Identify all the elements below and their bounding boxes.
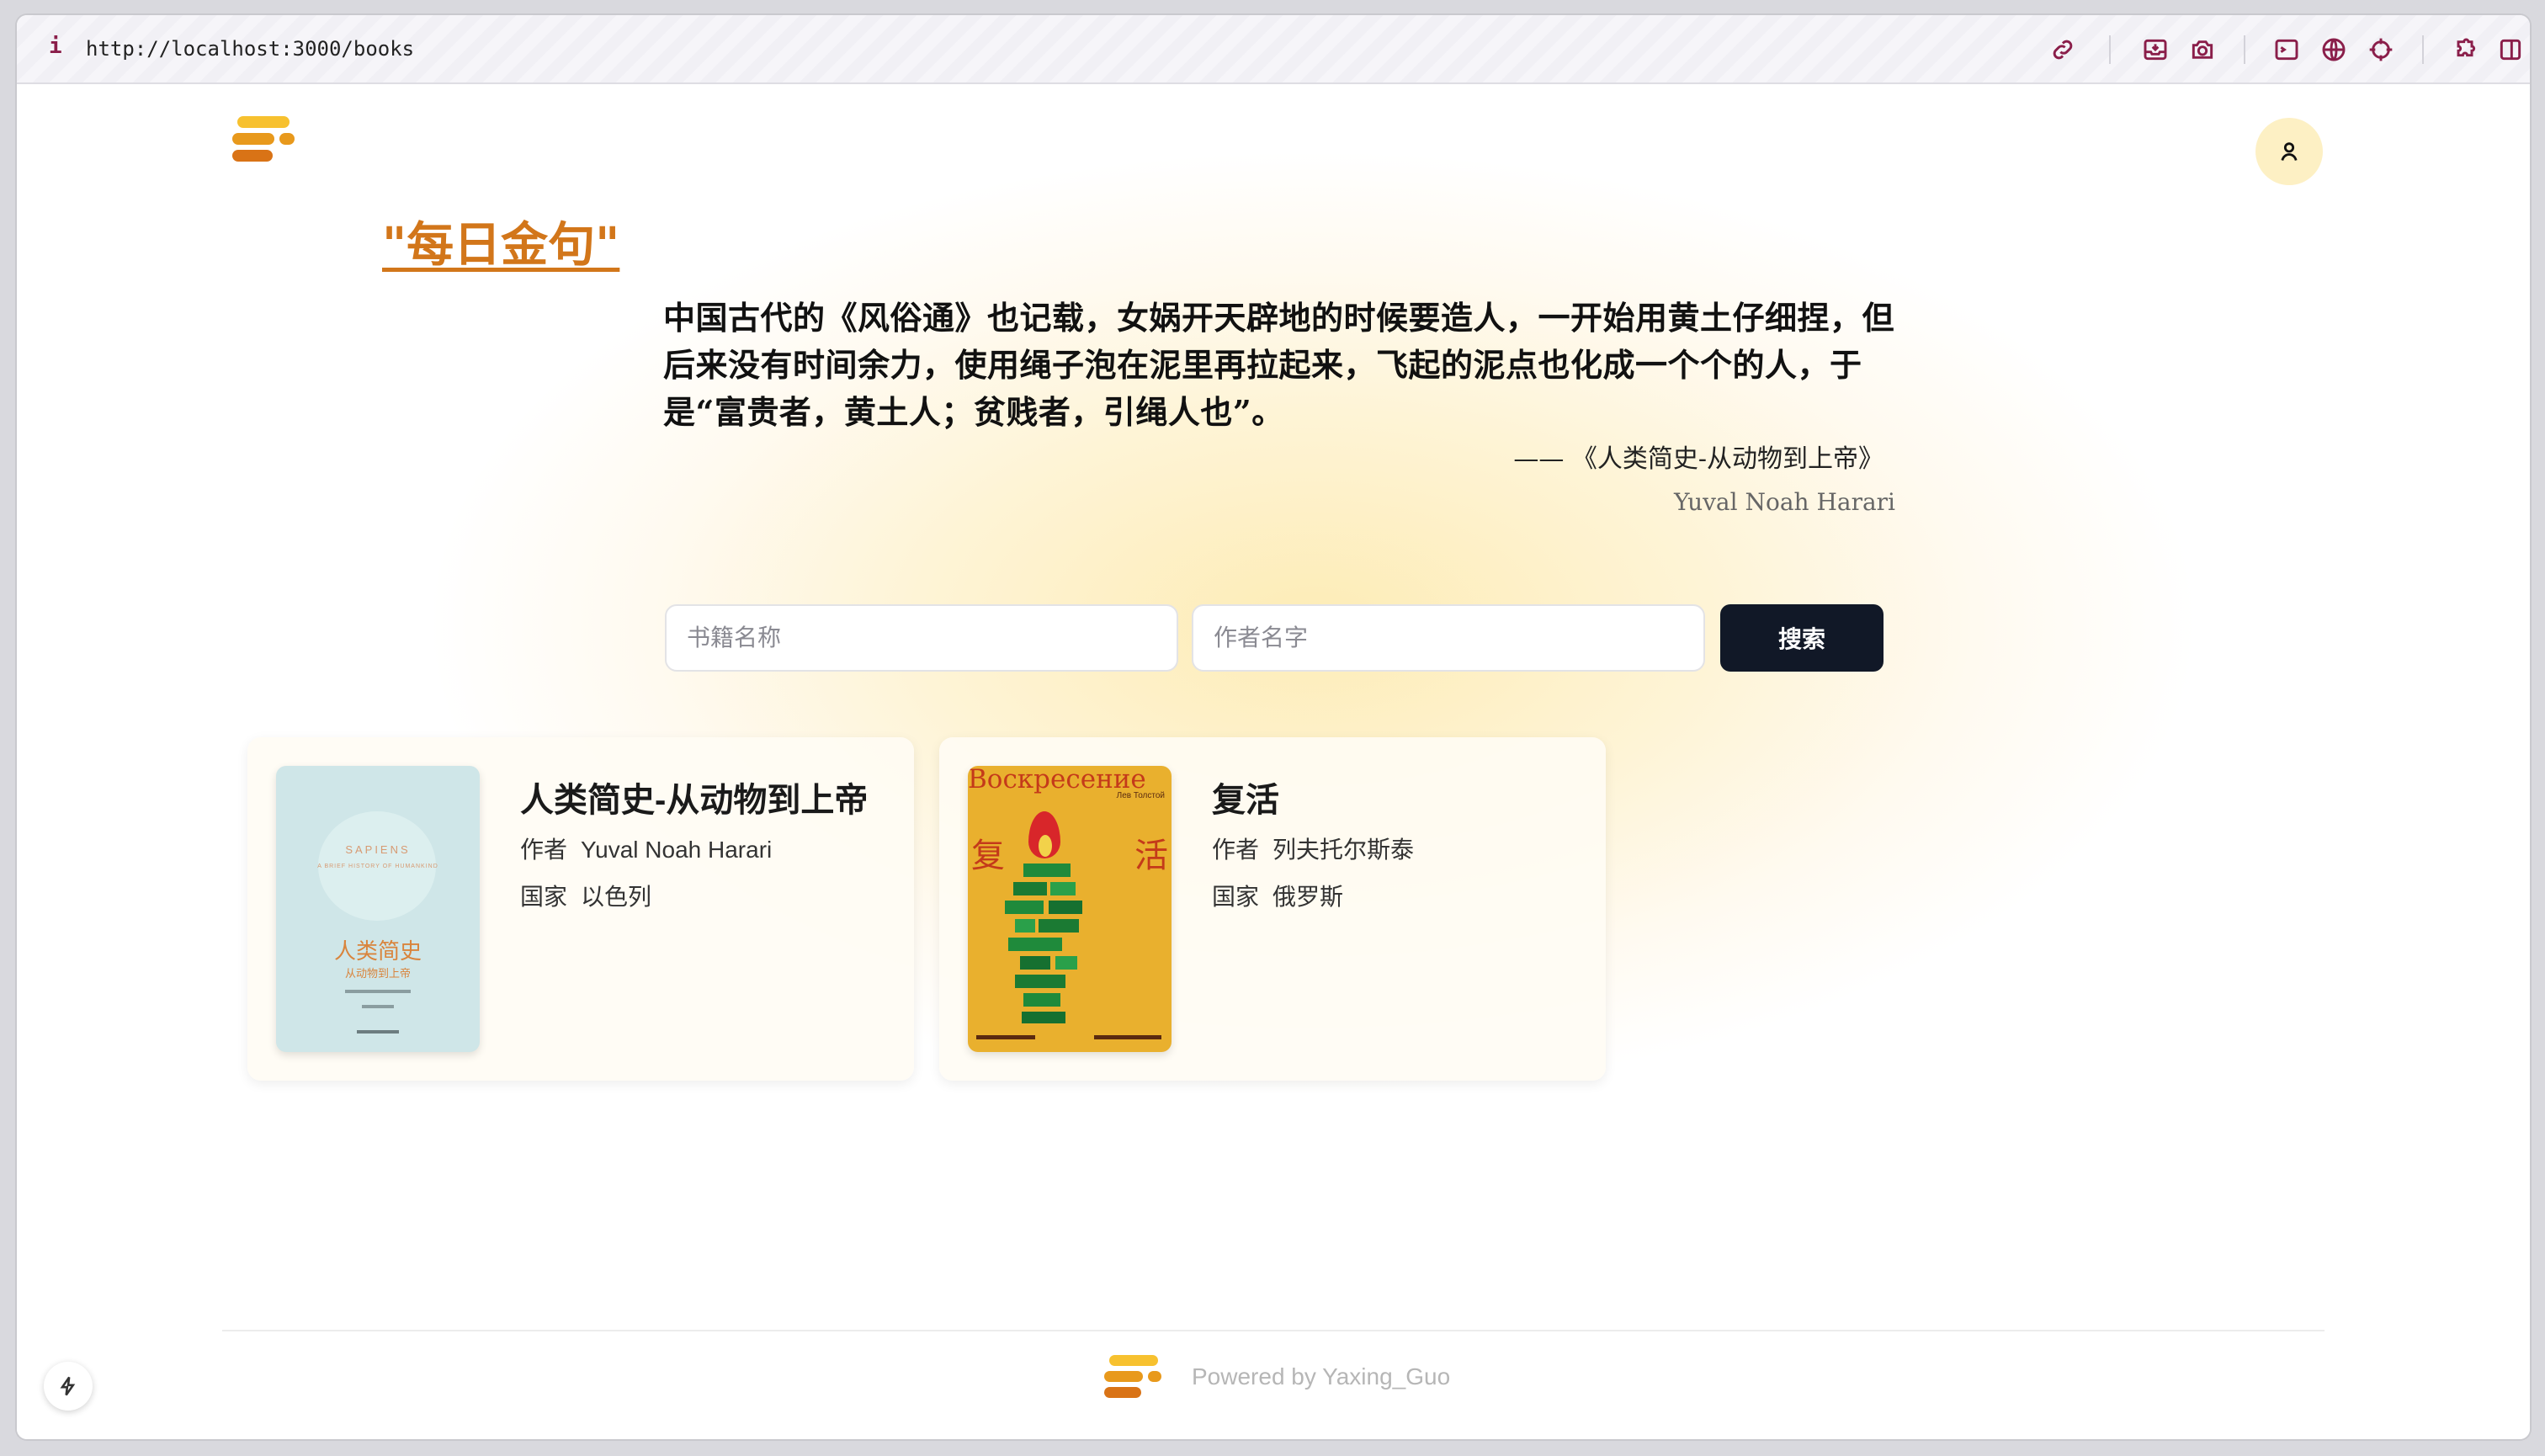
user-avatar-button[interactable] xyxy=(2255,118,2323,185)
terminal-icon[interactable] xyxy=(2271,34,2303,66)
book-title[interactable]: 人类简史-从动物到上帝 xyxy=(520,773,868,821)
footer-logo xyxy=(1104,1355,1163,1402)
toolbar-separator xyxy=(2422,35,2424,64)
browser-window: i http://localhost:3000/books "每日金句" 中国古… xyxy=(17,15,2530,1439)
camera-icon[interactable] xyxy=(2186,34,2218,66)
quote-title[interactable]: "每日金句" xyxy=(382,207,619,275)
powered-by-text: Powered by Yaxing_Guo xyxy=(1192,1363,1451,1390)
book-country-row: 国家 俄罗斯 xyxy=(1212,879,1343,912)
book-card[interactable]: Воскресение Лев Толстой 复 活 复活 作者 列夫托尔斯泰… xyxy=(939,737,1606,1081)
book-country: 以色列 xyxy=(581,884,652,910)
inbox-download-icon[interactable] xyxy=(2139,34,2171,66)
book-cover-resurrection[interactable]: Воскресение Лев Толстой 复 活 xyxy=(968,766,1172,1052)
book-country-row: 国家 以色列 xyxy=(520,879,651,912)
book-title[interactable]: 复活 xyxy=(1212,773,1279,821)
puzzle-icon[interactable] xyxy=(2449,34,2481,66)
quote-author: Yuval Noah Harari xyxy=(1674,488,1895,516)
search-button[interactable]: 搜索 xyxy=(1720,604,1884,672)
country-label: 国家 xyxy=(520,884,568,910)
browser-toolbar: i http://localhost:3000/books xyxy=(17,15,2530,84)
quote-source: —— 《人类简史-从动物到上帝》 xyxy=(1513,444,1884,474)
bolt-icon xyxy=(60,1376,76,1396)
book-author-row: 作者 列夫托尔斯泰 xyxy=(1212,832,1414,865)
footer-divider xyxy=(222,1330,2325,1331)
link-icon[interactable] xyxy=(2047,34,2079,66)
book-card[interactable]: SAPIENS A BRIEF HISTORY OF HUMANKIND 人类简… xyxy=(247,737,914,1081)
page-content: "每日金句" 中国古代的《风俗通》也记载，女娲开天辟地的时候要造人，一开始用黄土… xyxy=(17,84,2530,1439)
quote-text: 中国古代的《风俗通》也记载，女娲开天辟地的时候要造人，一开始用黄土仔细捏，但后来… xyxy=(663,299,1895,431)
book-country: 俄罗斯 xyxy=(1272,884,1344,910)
book-name-input[interactable] xyxy=(665,604,1178,672)
author-name-input[interactable] xyxy=(1192,604,1705,672)
address-bar-url[interactable]: http://localhost:3000/books xyxy=(86,37,414,61)
author-label: 作者 xyxy=(1212,837,1260,863)
book-author: Yuval Noah Harari xyxy=(581,837,773,863)
book-author: 列夫托尔斯泰 xyxy=(1272,837,1415,863)
crosshair-icon[interactable] xyxy=(2365,34,2397,66)
book-author-row: 作者 Yuval Noah Harari xyxy=(520,832,772,865)
info-icon[interactable]: i xyxy=(49,34,62,59)
author-label: 作者 xyxy=(520,837,568,863)
site-logo[interactable] xyxy=(232,116,296,167)
globe-icon[interactable] xyxy=(2318,34,2350,66)
country-label: 国家 xyxy=(1212,884,1260,910)
book-cover-sapiens[interactable]: SAPIENS A BRIEF HISTORY OF HUMANKIND 人类简… xyxy=(276,766,480,1052)
toolbar-separator xyxy=(2244,35,2245,64)
dev-tools-button[interactable] xyxy=(44,1362,93,1411)
split-view-icon[interactable] xyxy=(2495,34,2526,66)
user-icon xyxy=(2281,142,2298,161)
toolbar-separator xyxy=(2109,35,2111,64)
